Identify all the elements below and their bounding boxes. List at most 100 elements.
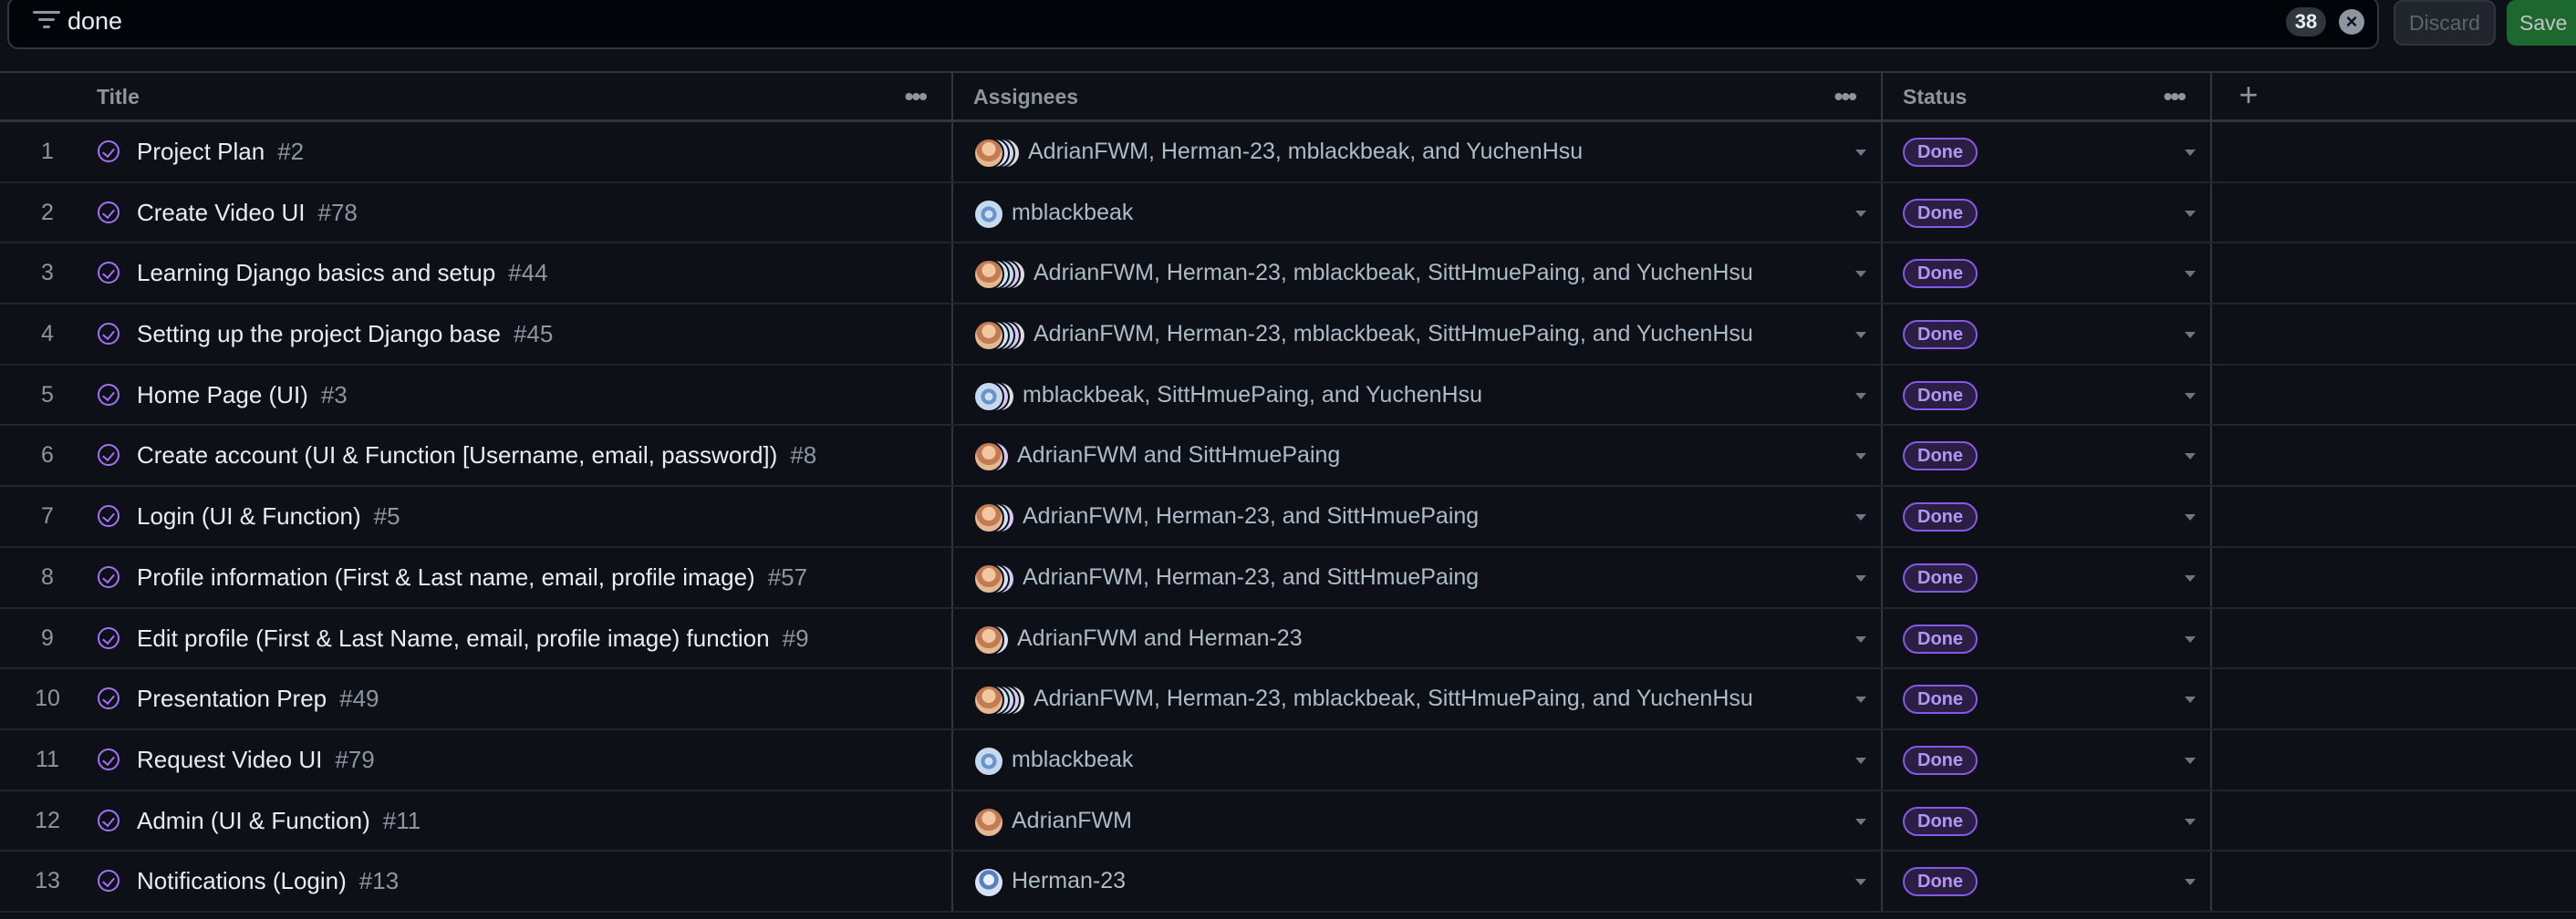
issue-title[interactable]: Request Video UI #79 [137,730,375,789]
assignees-cell[interactable]: AdrianFWM and SittHmuePaing [953,426,1883,486]
status-cell[interactable]: Done [1883,852,2212,911]
column-header-status[interactable]: Status ••• [1883,73,2212,119]
clear-filter-icon[interactable]: × [2339,9,2364,35]
triangle-down-icon[interactable] [2185,514,2196,521]
assignees-cell[interactable]: mblackbeak, SittHmuePaing, and YuchenHsu [953,365,1883,425]
triangle-down-icon[interactable] [2185,879,2196,886]
status-cell[interactable]: Done [1883,608,2212,668]
issue-title[interactable]: Home Page (UI) #3 [137,366,348,424]
issue-title[interactable]: Create account (UI & Function [Username,… [137,426,816,484]
triangle-down-icon[interactable] [1855,150,1866,156]
triangle-down-icon[interactable] [2185,392,2196,399]
status-column-menu-icon[interactable]: ••• [2164,73,2186,120]
table-row[interactable]: 6 Create account (UI & Function [Usernam… [0,426,2576,488]
issue-title-text[interactable]: Create account (UI & Function [Username,… [137,441,777,469]
status-cell[interactable]: Done [1883,426,2212,486]
issue-title-text[interactable]: Edit profile (First & Last Name, email, … [137,625,770,652]
triangle-down-icon[interactable] [2185,574,2196,582]
title-cell[interactable]: Admin (UI & Function) #11 [73,790,953,851]
table-row[interactable]: 8 Profile information (First & Last name… [0,547,2576,609]
assignees-cell[interactable]: AdrianFWM and Herman-23 [953,608,1883,668]
triangle-down-icon[interactable] [2185,697,2196,704]
assignees-cell[interactable]: AdrianFWM, Herman-23, mblackbeak, and Yu… [953,122,1883,181]
issue-title-text[interactable]: Setting up the project Django base [137,320,501,347]
triangle-down-icon[interactable] [1855,574,1866,582]
discard-button[interactable]: Discard [2394,0,2496,46]
issue-title[interactable]: Login (UI & Function) #5 [137,487,400,545]
assignees-cell[interactable]: AdrianFWM [953,790,1883,851]
issue-title-text[interactable]: Request Video UI [137,746,322,773]
table-row[interactable]: 9 Edit profile (First & Last Name, email… [0,608,2576,670]
title-cell[interactable]: Profile information (First & Last name, … [73,547,953,607]
status-cell[interactable]: Done [1883,547,2212,607]
add-column-button[interactable]: + [2212,73,2285,119]
issue-title[interactable]: Learning Django basics and setup #44 [137,243,548,302]
triangle-down-icon[interactable] [1855,210,1866,217]
assignees-cell[interactable]: Herman-23 [953,852,1883,911]
issue-title[interactable]: Edit profile (First & Last Name, email, … [137,609,809,667]
issue-title[interactable]: Presentation Prep #49 [137,669,379,728]
title-cell[interactable]: Presentation Prep #49 [73,669,953,728]
title-cell[interactable]: Setting up the project Django base #45 [73,305,953,364]
status-cell[interactable]: Done [1883,729,2212,790]
title-cell[interactable]: Request Video UI #79 [73,729,953,790]
issue-title[interactable]: Create Video UI #78 [137,183,358,242]
assignees-cell[interactable]: AdrianFWM, Herman-23, and SittHmuePaing [953,547,1883,607]
issue-title-text[interactable]: Presentation Prep [137,685,327,712]
triangle-down-icon[interactable] [2185,453,2196,460]
assignees-cell[interactable]: AdrianFWM, Herman-23, and SittHmuePaing [953,487,1883,546]
issue-title-text[interactable]: Notifications (Login) [137,867,347,894]
issue-title[interactable]: Admin (UI & Function) #11 [137,791,421,850]
column-header-assignees[interactable]: Assignees ••• [953,73,1883,119]
table-row[interactable]: 7 Login (UI & Function) #5 AdrianFWM, Her… [0,487,2576,548]
triangle-down-icon[interactable] [1855,514,1866,521]
assignees-cell[interactable]: AdrianFWM, Herman-23, mblackbeak, SittHm… [953,305,1883,364]
triangle-down-icon[interactable] [2185,271,2196,278]
column-header-title[interactable]: Title ••• [0,73,953,119]
table-row[interactable]: 12 Admin (UI & Function) #11 AdrianFWM Do… [0,790,2576,852]
triangle-down-icon[interactable] [2185,635,2196,643]
status-cell[interactable]: Done [1883,365,2212,425]
title-cell[interactable]: Create account (UI & Function [Username,… [73,426,953,486]
title-cell[interactable]: Edit profile (First & Last Name, email, … [73,608,953,668]
save-button[interactable]: Save [2507,0,2576,46]
triangle-down-icon[interactable] [2185,757,2196,764]
triangle-down-icon[interactable] [1855,453,1866,460]
triangle-down-icon[interactable] [1855,271,1866,278]
triangle-down-icon[interactable] [1855,879,1866,886]
issue-title[interactable]: Project Plan #2 [137,122,304,181]
status-cell[interactable]: Done [1883,305,2212,364]
issue-title-text[interactable]: Admin (UI & Function) [137,807,370,834]
title-cell[interactable]: Project Plan #2 [73,122,953,181]
table-row[interactable]: 3 Learning Django basics and setup #44 Ad… [0,243,2576,305]
issue-title[interactable]: Notifications (Login) #13 [137,852,399,910]
table-row[interactable]: 5 Home Page (UI) #3 mblackbeak, SittHmueP… [0,365,2576,427]
assignees-column-menu-icon[interactable]: ••• [1834,73,1857,120]
issue-title-text[interactable]: Home Page (UI) [137,381,308,408]
table-row[interactable]: 1 Project Plan #2 AdrianFWM, Herman-23, m… [0,122,2576,183]
issue-title-text[interactable]: Create Video UI [137,199,306,226]
table-row[interactable]: 2 Create Video UI #78 mblackbeak Done [0,182,2576,244]
assignees-cell[interactable]: AdrianFWM, Herman-23, mblackbeak, SittHm… [953,669,1883,728]
issue-title[interactable]: Setting up the project Django base #45 [137,305,553,363]
filter-icon[interactable] [33,7,62,33]
title-cell[interactable]: Create Video UI #78 [73,182,953,243]
status-cell[interactable]: Done [1883,790,2212,851]
status-cell[interactable]: Done [1883,669,2212,728]
triangle-down-icon[interactable] [2185,332,2196,339]
table-row[interactable]: 13 Notifications (Login) #13 Herman-23 Do… [0,852,2576,913]
triangle-down-icon[interactable] [1855,697,1866,704]
title-cell[interactable]: Notifications (Login) #13 [73,852,953,911]
assignees-cell[interactable]: AdrianFWM, Herman-23, mblackbeak, SittHm… [953,243,1883,304]
table-row[interactable]: 4 Setting up the project Django base #45 … [0,305,2576,366]
assignees-cell[interactable]: mblackbeak [953,729,1883,790]
issue-title-text[interactable]: Project Plan [137,138,265,165]
triangle-down-icon[interactable] [1855,635,1866,643]
assignees-cell[interactable]: mblackbeak [953,182,1883,243]
title-column-menu-icon[interactable]: ••• [905,73,928,120]
status-cell[interactable]: Done [1883,122,2212,181]
issue-title-text[interactable]: Profile information (First & Last name, … [137,563,755,591]
triangle-down-icon[interactable] [1855,392,1866,399]
triangle-down-icon[interactable] [2185,150,2196,156]
status-cell[interactable]: Done [1883,182,2212,243]
